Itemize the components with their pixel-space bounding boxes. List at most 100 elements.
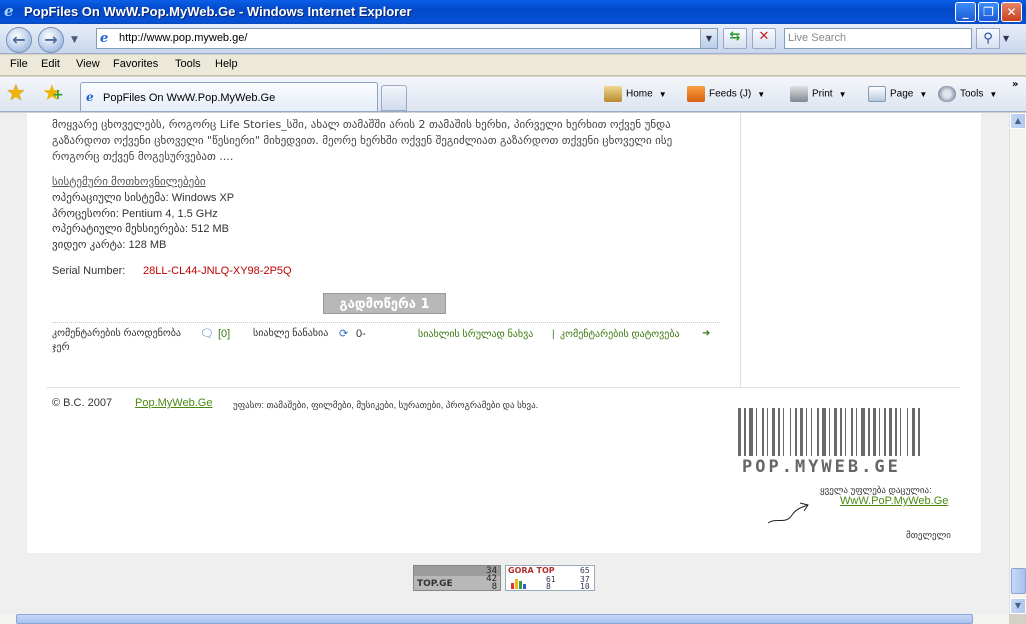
barcode-stripe [742,408,743,456]
tools-label: Tools [960,88,984,100]
goratop-value-5: 10 [580,582,590,591]
bottom-word: მთელელი [906,530,951,540]
new-tab-button[interactable] [381,85,407,111]
barcode-stripe [871,408,872,456]
barcode-stripe [895,408,897,456]
menu-favorites[interactable]: Favorites [113,58,158,70]
horizontal-scroll-thumb[interactable] [16,614,973,624]
menu-bar: File Edit View Favorites Tools Help [0,55,1026,76]
print-dropdown-icon[interactable]: ▼ [839,90,847,99]
toolbar-overflow-icon[interactable]: » [1012,79,1018,90]
menu-tools[interactable]: Tools [175,58,201,70]
tab-popfiles[interactable]: e PopFiles On WwW.Pop.MyWeb.Ge [80,82,378,111]
barcode-stripe [889,408,892,456]
goratop-counter[interactable]: GORA TOP 65 61 37 8 10 [505,565,595,591]
goratop-logo: GORA TOP [508,566,555,575]
home-icon [604,86,622,102]
barcode-stripe [838,408,839,456]
close-button[interactable]: ✕ [1001,2,1022,22]
search-options-dropdown[interactable]: ▼ [1003,34,1009,43]
handwritten-arrow-icon [767,502,809,524]
barcode-stripe [778,408,780,456]
barcode-stripe [817,408,819,456]
barcode-stripe [783,408,784,456]
menu-view[interactable]: View [76,58,100,70]
barcode-stripe [744,408,746,456]
feeds-dropdown-icon[interactable]: ▼ [757,90,765,99]
menu-file[interactable]: File [10,58,28,70]
views-suffix: ჯერ [52,342,70,353]
forward-button[interactable]: → [38,27,64,53]
barcode-stripe [893,408,894,456]
favorites-center-icon[interactable]: ★ [6,81,26,106]
views-refresh-icon: ⟳ [339,328,349,340]
home-dropdown-icon[interactable]: ▼ [659,90,667,99]
goratop-value-4: 8 [546,582,551,591]
topge-values: 34 42 8 [486,567,497,592]
print-button[interactable]: Print ▼ [790,86,846,102]
address-field[interactable]: e http://www.pop.myweb.ge/ ▼ [96,28,718,49]
scroll-up-button[interactable]: ▲ [1010,113,1026,129]
link-separator: | [552,329,555,340]
feeds-button[interactable]: Feeds (J) ▼ [687,86,765,102]
back-button[interactable]: ← [6,27,32,53]
page-button[interactable]: Page ▼ [868,86,927,102]
footer-site-link[interactable]: Pop.MyWeb.Ge [135,397,212,409]
page-viewport: მოყვარე ცხოველებს, როგორც Life Stories_ს… [0,113,1009,614]
printer-icon [790,86,808,102]
address-dropdown[interactable]: ▼ [700,29,717,48]
meta-divider [52,322,720,323]
download-button[interactable]: გადმოწერა 1 [323,293,446,314]
rights-link[interactable]: WwW.PoP.MyWeb.Ge [840,495,948,507]
barcode-stripe [767,408,768,456]
menu-help[interactable]: Help [215,58,238,70]
vertical-scrollbar[interactable]: ▲ ▼ [1009,113,1026,614]
barcode-stripe [843,408,844,456]
ie-logo-icon: e [4,2,14,20]
minimize-button[interactable]: _ [955,2,976,22]
stop-button[interactable]: ✕ [752,28,776,49]
barcode-stripe [834,408,837,456]
menu-edit[interactable]: Edit [41,58,60,70]
barcode-stripe [738,408,741,456]
horizontal-scrollbar[interactable] [0,614,1009,624]
page-dropdown-icon[interactable]: ▼ [919,90,927,99]
tab-bar: ★ ★ + e PopFiles On WwW.Pop.MyWeb.Ge Home… [0,77,1026,112]
barcode-stripe [798,408,799,456]
search-button[interactable]: ⚲ [976,28,1000,49]
barcode-stripe [813,408,816,456]
barcode-stripe [921,408,922,456]
tools-button[interactable]: Tools ▼ [938,86,997,102]
barcode-stripe [900,408,901,456]
barcode-stripe [756,408,757,456]
barcode-stripe [772,408,775,456]
scroll-down-button[interactable]: ▼ [1010,598,1026,614]
bar-chart-icon [511,579,526,589]
full-news-link[interactable]: სიახლის სრულად ნახვა [418,329,533,340]
barcode-stripe [754,408,755,456]
barcode-stripe [856,408,857,456]
add-comment-link[interactable]: კომენტარების დატოვება [560,329,680,340]
barcode-stripe [858,408,860,456]
home-button[interactable]: Home ▼ [604,86,667,102]
recent-pages-dropdown[interactable]: ▼ [71,35,78,45]
tab-page-icon: e [86,90,94,104]
maximize-button[interactable]: ❐ [978,2,999,22]
topge-counter[interactable]: TOP.GE 34 42 8 [413,565,501,592]
page-icon-cmd [868,86,886,102]
tools-dropdown-icon[interactable]: ▼ [989,90,997,99]
barcode-stripe [758,408,761,456]
comments-count[interactable]: [0] [218,328,230,340]
search-input[interactable]: Live Search [784,28,972,49]
refresh-icon: ⇆ [729,29,741,44]
add-favorite-icon[interactable]: ★ + [42,81,64,106]
tab-label: PopFiles On WwW.Pop.MyWeb.Ge [103,92,276,104]
vertical-scroll-thumb[interactable] [1011,568,1026,594]
barcode-stripe [800,408,803,456]
barcode-stripe [902,408,906,456]
barcode-stripe [847,408,850,456]
search-icon: ⚲ [983,31,993,46]
barcode-stripe [831,408,833,456]
refresh-button[interactable]: ⇆ [723,28,747,49]
footer-divider [46,387,960,388]
